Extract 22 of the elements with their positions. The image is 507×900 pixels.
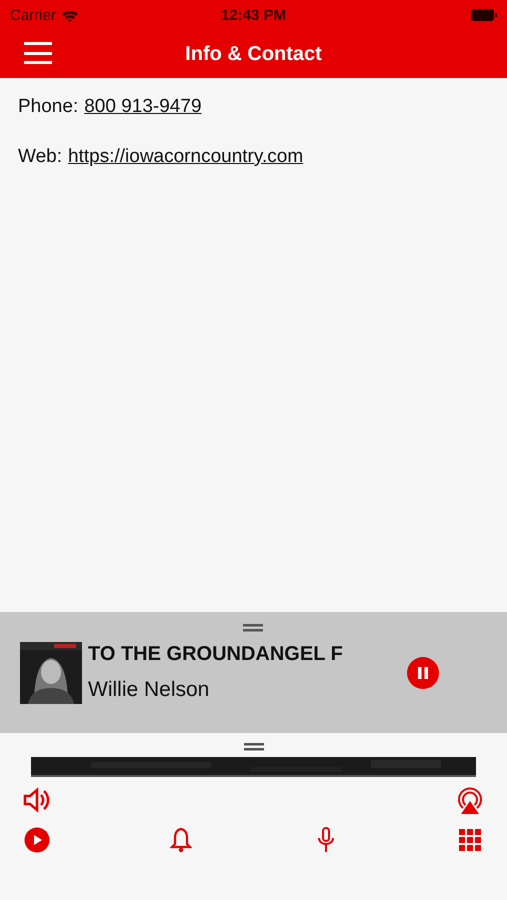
microphone-icon [316,827,336,853]
drag-handle-icon[interactable] [244,743,264,751]
screen-title: Info & Contact [185,42,322,66]
grid-icon [458,829,481,851]
pause-icon [417,666,429,680]
contact-label: Phone: [18,95,78,119]
wifi-icon [60,8,79,22]
contact-link[interactable]: https://iowacorncountry.com [68,142,304,172]
play-icon [24,827,50,853]
pause-button[interactable] [407,656,439,688]
artist-name: Willie Nelson [88,678,210,702]
volume-icon[interactable] [22,785,52,815]
carrier-label: Carrier [10,6,56,24]
contact-link[interactable]: 800 913-9479 [84,92,202,122]
airplay-icon[interactable] [455,785,485,815]
battery-icon [471,9,497,21]
tab-button[interactable] [22,825,52,855]
bell-icon [170,827,192,853]
drag-handle-icon[interactable] [243,624,263,632]
clock-time: 12:43 PM [220,6,286,24]
song-title: TO THE GROUNDANGEL F [88,643,344,666]
contact-label: Web: [18,145,62,169]
